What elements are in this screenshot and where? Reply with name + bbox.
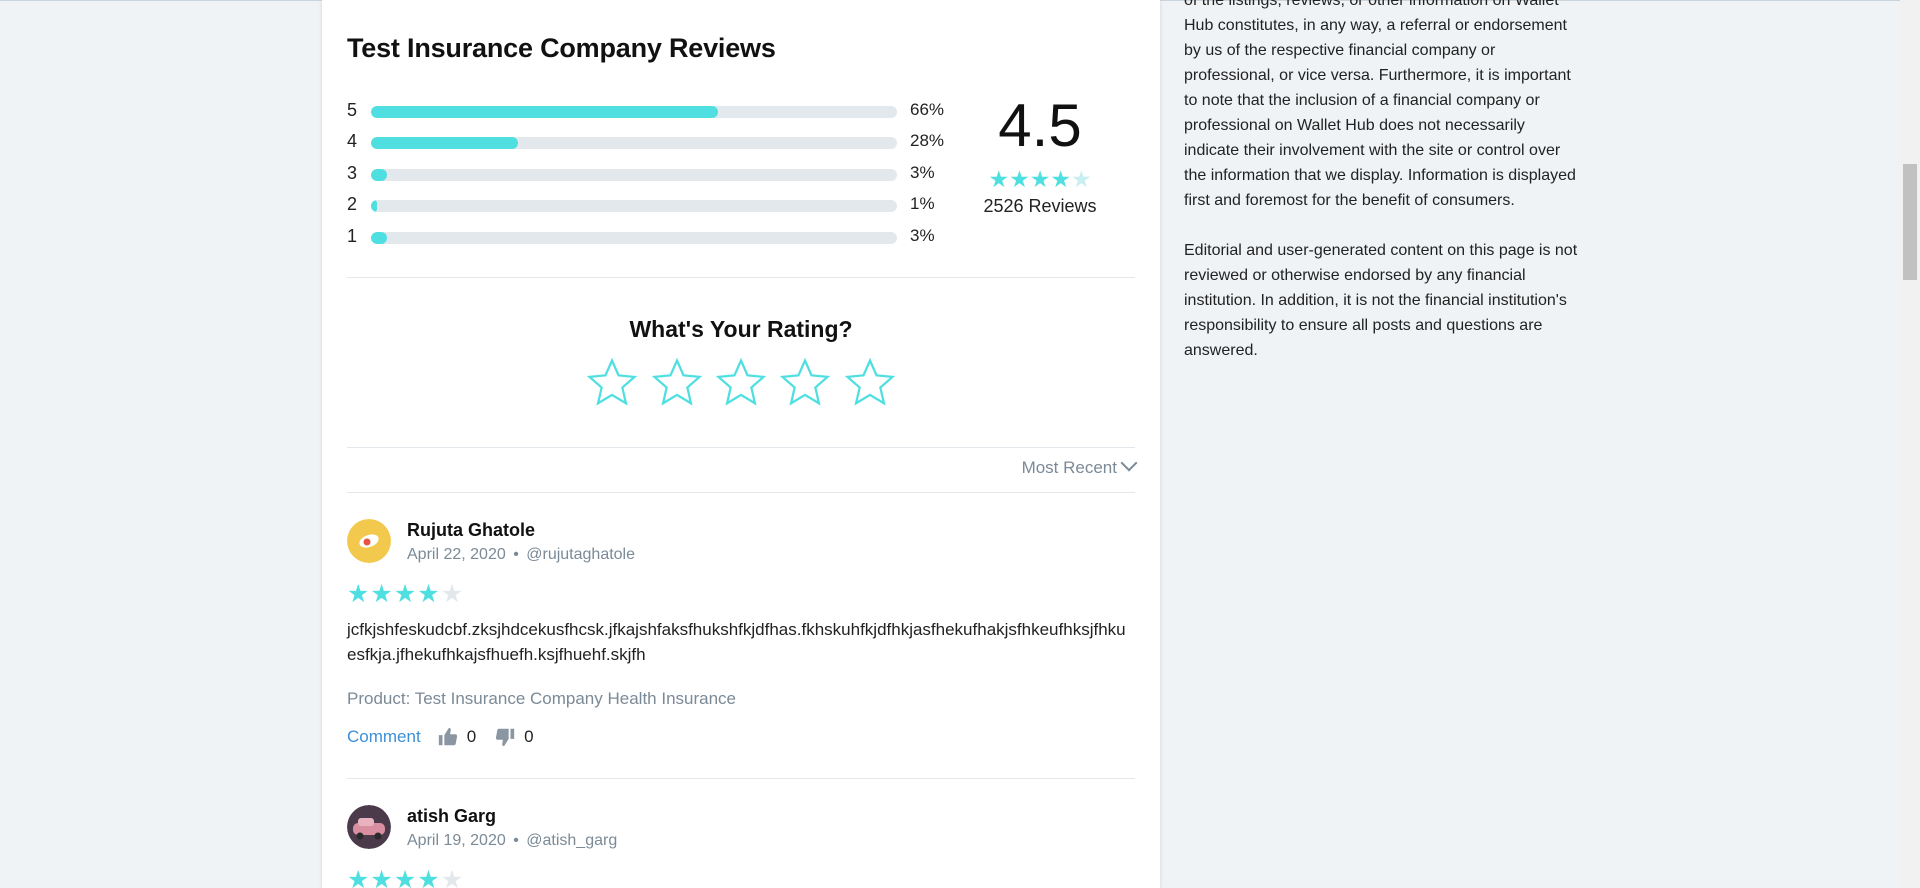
divider: [347, 778, 1135, 779]
upvote-count: 0: [466, 727, 477, 746]
review-text: jcfkjshfeskudcbf.zksjhdcekusfhcsk.jfkajs…: [347, 620, 1126, 664]
rate-stars: [347, 356, 1135, 415]
review-actions: Comment 0 0: [347, 725, 552, 749]
rating-bar-percent: 1%: [910, 194, 935, 213]
upvote-button[interactable]: 0: [437, 726, 476, 748]
rating-bar-2[interactable]: 2 1%: [347, 194, 977, 216]
sort-label: Most Recent: [1021, 458, 1117, 477]
downvote-count: 0: [524, 727, 534, 746]
rate-star-2-icon[interactable]: [650, 356, 704, 410]
rating-bar-track: [371, 200, 897, 212]
thumbs-up-icon: [438, 727, 457, 746]
meta-separator: •: [513, 546, 519, 563]
review-meta: April 19, 2020 • @atish_garg: [407, 832, 617, 850]
rate-star-3-icon[interactable]: [714, 356, 768, 410]
divider: [347, 447, 1135, 448]
rating-bar-track: [371, 232, 897, 244]
divider: [347, 492, 1135, 493]
star-icon: ★: [347, 580, 371, 608]
reviewer-name[interactable]: atish Garg: [407, 806, 496, 827]
comment-link[interactable]: Comment: [347, 727, 421, 747]
rating-bar-fill: [371, 232, 387, 244]
disclaimer-paragraph: of the listings, reviews, or other infor…: [1184, 0, 1576, 209]
rating-bar-percent: 66%: [910, 100, 945, 119]
scrollbar-thumb[interactable]: [1903, 164, 1917, 280]
rate-star-4-icon[interactable]: [778, 356, 832, 410]
rating-bar-track: [371, 169, 897, 181]
rating-bar-1[interactable]: 1 3%: [347, 226, 977, 248]
half-star-icon: ★: [1070, 166, 1092, 192]
star-icon: ★: [1050, 166, 1071, 192]
star-icon: ★: [347, 866, 371, 888]
rate-prompt-title: What's Your Rating?: [629, 316, 853, 342]
avatar[interactable]: [347, 805, 391, 849]
reviews-count: 2526 Reviews: [983, 196, 1097, 216]
rating-bar-label: 3: [347, 163, 358, 183]
rating-bar-3[interactable]: 3 3%: [347, 163, 977, 185]
chevron-down-icon: [1120, 454, 1138, 472]
disclaimer-paragraph: Editorial and user-generated content on …: [1184, 242, 1578, 359]
review-stars: ★★★★★: [347, 579, 464, 609]
star-icon: ★: [1029, 166, 1051, 192]
rating-bar-percent: 3%: [910, 226, 935, 245]
meta-separator: •: [513, 832, 519, 849]
reviews-title: Test Insurance Company Reviews: [347, 33, 776, 63]
star-icon: ★: [1009, 166, 1030, 192]
downvote-button[interactable]: 0: [494, 726, 534, 748]
rating-bar-fill: [371, 106, 719, 118]
reviewer-name[interactable]: Rujuta Ghatole: [407, 520, 535, 541]
rating-bar-4[interactable]: 4 28%: [347, 131, 977, 153]
star-icon: ★: [417, 866, 441, 888]
star-icon: ★: [988, 166, 1010, 192]
sort-dropdown[interactable]: Most Recent: [1021, 454, 1138, 478]
star-icon: ★: [370, 866, 394, 888]
rating-bar-fill: [371, 200, 377, 212]
review-stars: ★★★★★: [347, 865, 464, 888]
rating-bar-percent: 3%: [910, 163, 935, 182]
star-icon: ★: [393, 866, 418, 888]
rating-bar-5[interactable]: 5 66%: [347, 100, 977, 122]
star-icon: ★: [440, 580, 465, 608]
reviewer-handle[interactable]: @rujutaghatole: [526, 546, 635, 563]
review-item: Rujuta Ghatole April 22, 2020 • @rujutag…: [347, 519, 1135, 769]
review-date: April 19, 2020: [407, 832, 506, 849]
reviews-card: Test Insurance Company Reviews 5 66% 4 2…: [322, 0, 1160, 888]
star-icon: ★: [440, 866, 465, 888]
star-icon: ★: [370, 580, 394, 608]
page-scrollbar[interactable]: [1900, 0, 1920, 888]
thumbs-down-icon: [496, 728, 515, 747]
average-stars: ★★★★★: [977, 166, 1103, 193]
star-icon: ★: [393, 580, 418, 608]
avatar[interactable]: [347, 519, 391, 563]
rate-star-1-icon[interactable]: [585, 356, 639, 410]
rating-bar-fill: [371, 169, 387, 181]
star-icon: ★: [417, 580, 441, 608]
review-product: Product: Test Insurance Company Health I…: [347, 689, 737, 708]
rate-star-5-icon[interactable]: [843, 356, 897, 410]
divider: [347, 277, 1135, 278]
rating-bar-track: [371, 137, 897, 149]
rating-bar-track: [371, 106, 897, 118]
average-score: 4.5: [998, 92, 1082, 159]
rating-bar-label: 1: [347, 226, 358, 246]
review-meta: April 22, 2020 • @rujutaghatole: [407, 546, 635, 564]
review-date: April 22, 2020: [407, 546, 506, 563]
rating-bar-label: 2: [347, 194, 358, 214]
disclaimer-sidebar: of the listings, reviews, or other infor…: [1184, 0, 1584, 388]
rating-bar-label: 5: [347, 100, 358, 120]
rating-bar-percent: 28%: [910, 131, 945, 150]
rating-bar-label: 4: [347, 131, 358, 151]
review-item: atish Garg April 19, 2020 • @atish_garg …: [347, 805, 1135, 888]
reviewer-handle[interactable]: @atish_garg: [526, 832, 617, 849]
rating-bar-fill: [371, 137, 519, 149]
